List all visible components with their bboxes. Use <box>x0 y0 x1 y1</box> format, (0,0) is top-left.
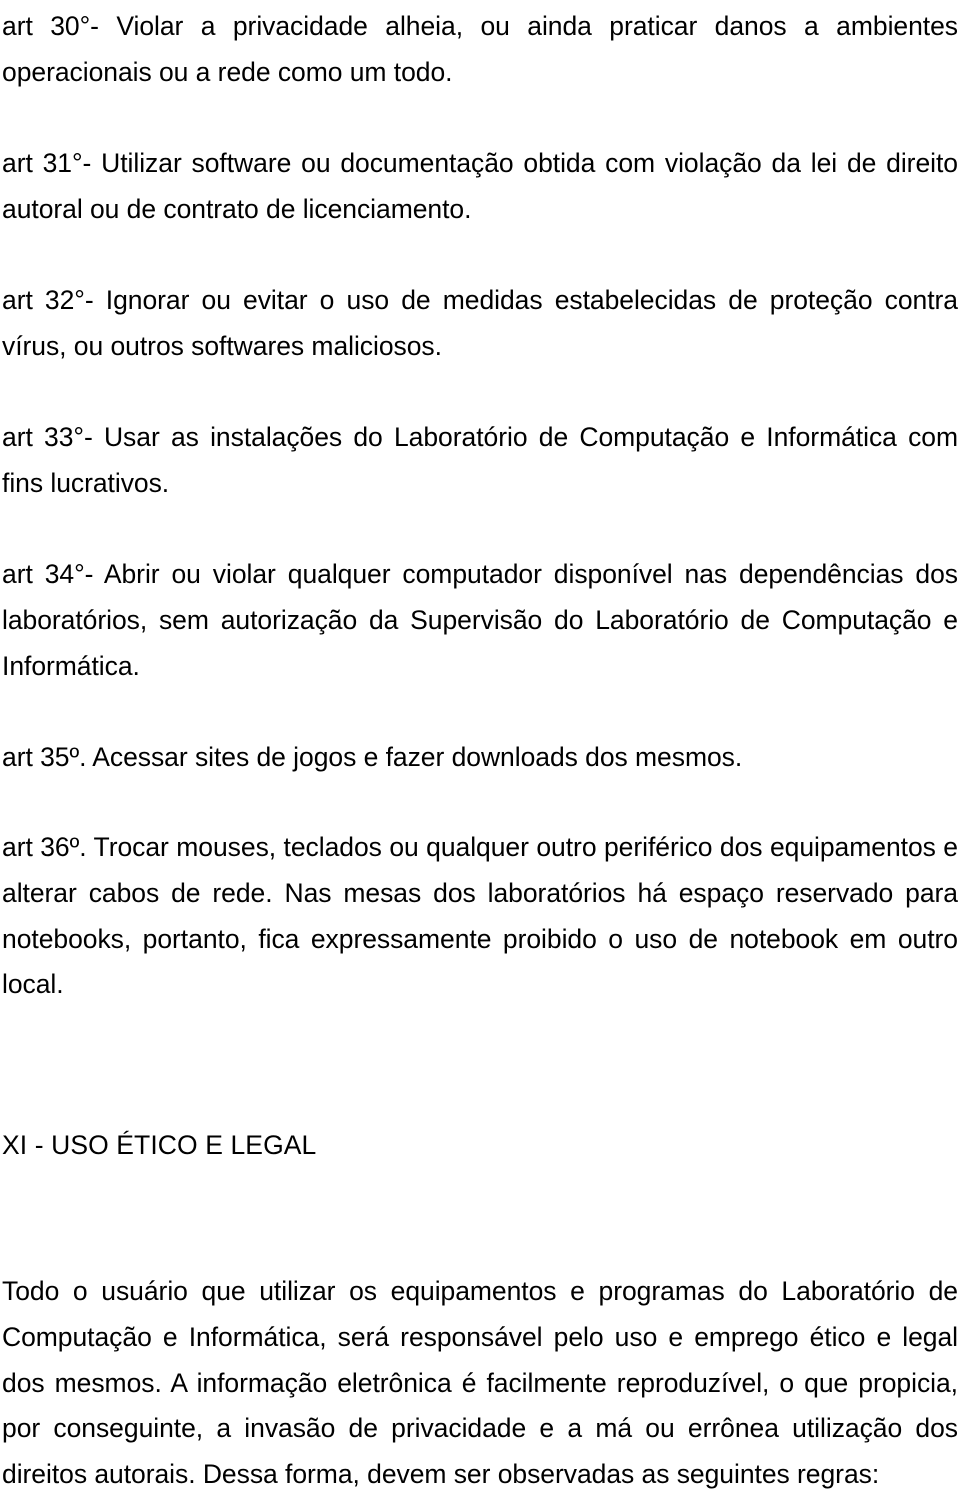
document-body: art 30°- Violar a privacidade alheia, ou… <box>2 0 958 1498</box>
article-paragraph-art-32: art 32°- Ignorar ou evitar o uso de medi… <box>2 285 958 361</box>
document-page: art 30°- Violar a privacidade alheia, ou… <box>0 0 960 1489</box>
article-paragraph-art-31: art 31°- Utilizar software ou documentaç… <box>2 148 958 224</box>
article-paragraph-art-34: art 34°- Abrir ou violar qualquer comput… <box>2 559 958 681</box>
section-heading-xi: XI - USO ÉTICO E LEGAL <box>2 1130 317 1161</box>
section-body-xi: Todo o usuário que utilizar os equipamen… <box>2 1276 958 1490</box>
article-paragraph-art-35: art 35º. Acessar sites de jogos e fazer … <box>2 742 743 773</box>
article-paragraph-art-36: art 36º. Trocar mouses, teclados ou qual… <box>2 832 958 1000</box>
article-paragraph-art-33: art 33°- Usar as instalações do Laborató… <box>2 422 958 499</box>
article-paragraph-art-30: art 30°- Violar a privacidade alheia, ou… <box>2 11 958 87</box>
